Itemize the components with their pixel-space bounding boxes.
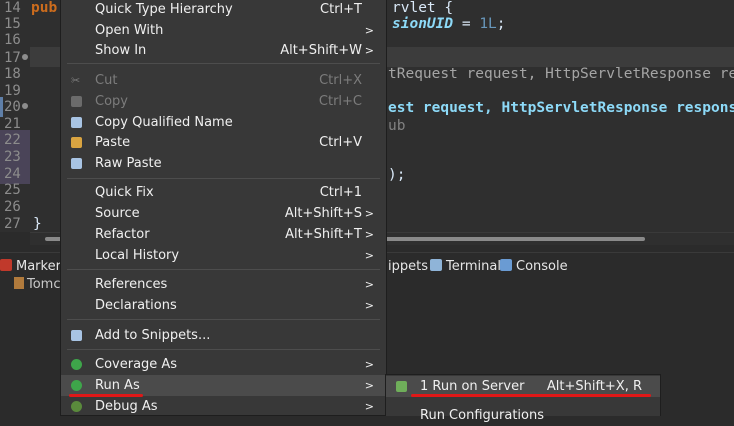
tab-snippets[interactable]: ippets	[388, 257, 428, 277]
line-number: 16	[4, 32, 21, 48]
markers-icon	[0, 259, 12, 271]
chevron-right-icon: >	[364, 24, 374, 37]
coverage-icon	[71, 359, 82, 370]
menu-separator	[67, 349, 380, 350]
menu-item-show-in[interactable]: Show In Alt+Shift+W >	[61, 40, 386, 61]
line-number: 27	[4, 216, 21, 232]
paste-icon	[71, 137, 82, 148]
annotation-underline	[69, 394, 143, 397]
tree-item-server[interactable]: Tomc	[14, 277, 61, 292]
code-number: 1L	[479, 16, 497, 32]
code-line-27: }	[33, 216, 42, 232]
chevron-right-icon: >	[364, 228, 374, 241]
debug-icon	[71, 401, 82, 412]
code-line-18: tRequest request, HttpServletResponse re	[388, 66, 734, 82]
menu-item-refactor[interactable]: Refactor Alt+Shift+T >	[61, 224, 386, 245]
menu-item-declarations[interactable]: Declarations >	[61, 295, 386, 316]
context-menu: Quick Type Hierarchy Ctrl+T Open With > Sh…	[60, 0, 387, 416]
snippet-add-icon	[71, 330, 82, 341]
menu-item-local-history[interactable]: Local History >	[61, 245, 386, 266]
chevron-right-icon: >	[364, 358, 374, 371]
code-line-15: sionUID = 1L;	[392, 14, 506, 34]
chevron-right-icon: >	[364, 299, 374, 312]
menu-item-open-with[interactable]: Open With >	[61, 20, 386, 41]
menu-item-copy[interactable]: Copy Ctrl+C	[61, 91, 386, 112]
console-icon	[500, 259, 512, 271]
code-line-24: );	[388, 167, 406, 183]
code-semicolon: ;	[496, 16, 506, 32]
menu-item-coverage-as[interactable]: Coverage As >	[61, 354, 386, 375]
menu-item-debug-as[interactable]: Debug As >	[61, 396, 386, 417]
tab-label: ippets	[388, 259, 428, 274]
menu-separator	[67, 63, 380, 64]
code-line-20: est request, HttpServletResponse respons	[388, 100, 734, 116]
menu-item-quick-fix[interactable]: Quick Fix Ctrl+1	[61, 182, 386, 203]
menu-item-raw-paste[interactable]: Raw Paste	[61, 153, 386, 174]
chevron-right-icon: >	[364, 278, 374, 291]
change-marker	[0, 97, 3, 117]
menu-item-source[interactable]: Source Alt+Shift+S >	[61, 203, 386, 224]
server-icon	[14, 277, 24, 289]
menu-item-copy-qualified-name[interactable]: Copy Qualified Name	[61, 112, 386, 133]
raw-paste-icon	[71, 158, 82, 169]
menu-item-quick-type-hierarchy[interactable]: Quick Type Hierarchy Ctrl+T	[61, 0, 386, 20]
chevron-right-icon: >	[364, 249, 374, 262]
menu-item-cut[interactable]: ✂ Cut Ctrl+X	[61, 70, 386, 91]
menu-item-add-to-snippets[interactable]: Add to Snippets...	[61, 325, 386, 346]
menu-item-run-as[interactable]: Run As >	[61, 375, 386, 396]
code-keyword: pub	[31, 0, 58, 16]
line-number-text: 20	[4, 99, 21, 115]
terminal-icon	[430, 259, 442, 271]
code-line-21: ub	[388, 118, 406, 134]
fold-icon[interactable]	[22, 54, 28, 60]
tab-markers[interactable]: Markers	[0, 257, 68, 277]
tab-terminal[interactable]: Terminal	[430, 257, 501, 277]
server-run-icon	[396, 381, 407, 392]
run-icon	[71, 380, 82, 391]
chevron-right-icon: >	[364, 207, 374, 220]
menu-separator	[67, 178, 380, 179]
menu-item-references[interactable]: References >	[61, 274, 386, 295]
copy-icon	[71, 96, 82, 107]
code-field: sionUID	[392, 16, 454, 32]
chevron-right-icon: >	[364, 44, 374, 57]
annotation-underline	[411, 394, 651, 397]
scissors-icon: ✂	[71, 74, 81, 87]
copy-qualified-icon	[71, 117, 82, 128]
code-operator: =	[453, 16, 480, 32]
tab-console[interactable]: Console	[500, 257, 568, 277]
fold-icon[interactable]	[22, 103, 28, 109]
chevron-right-icon: >	[364, 400, 374, 413]
chevron-right-icon: >	[364, 379, 374, 392]
menu-separator	[67, 319, 380, 320]
tab-label: Terminal	[446, 259, 501, 274]
menu-separator	[67, 269, 380, 270]
tab-label: Console	[516, 259, 568, 274]
tree-item-label: Tomc	[27, 277, 61, 292]
menu-item-paste[interactable]: Paste Ctrl+V	[61, 132, 386, 153]
